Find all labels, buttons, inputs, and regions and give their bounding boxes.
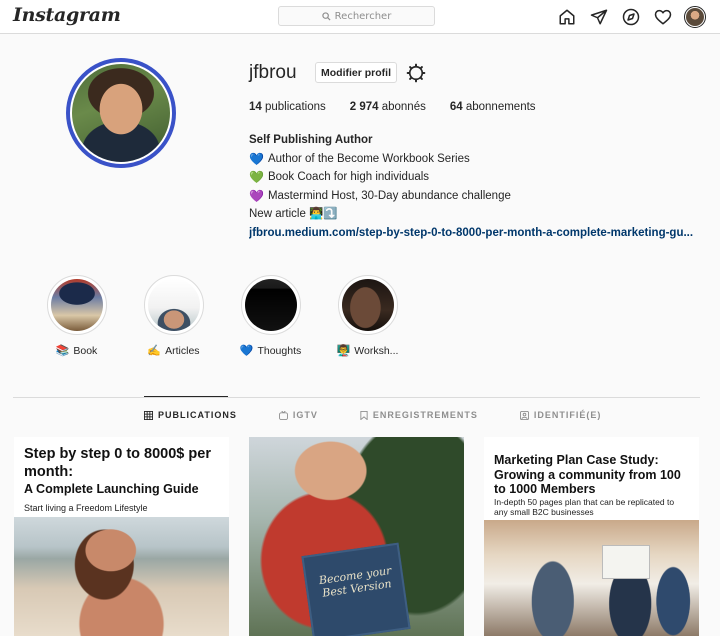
grid-icon: [144, 410, 153, 420]
post-title: Step by step 0 to 8000$ per month:: [24, 446, 211, 480]
followers-count[interactable]: 2 974 abonnés: [350, 101, 426, 113]
tagged-icon: [519, 410, 529, 420]
direct-icon[interactable]: [588, 6, 610, 28]
bio-article-line: New article 👨‍💻⤵️: [249, 208, 338, 220]
search-placeholder: Rechercher: [334, 10, 392, 22]
bio-line: 💜 Mastermind Host, 30-Day abundance chall…: [249, 187, 704, 206]
home-icon[interactable]: [556, 6, 578, 28]
igtv-icon: [278, 410, 288, 420]
profile-picture: [70, 62, 172, 164]
post-tile[interactable]: Become your Best Version: [249, 437, 464, 636]
post-title: Marketing Plan Case Study: Growing a com…: [494, 453, 681, 496]
blue-heart-icon: 💙: [239, 345, 254, 357]
highlight-cover: [147, 279, 200, 331]
top-navigation-bar: Instagram Rechercher: [0, 0, 720, 34]
post-photo: [14, 517, 229, 636]
bio-line: 💙 Author of the Become Workbook Series: [249, 150, 704, 169]
tab-saved[interactable]: ENREGISTREMENTS: [360, 410, 478, 420]
post-tagline: Start living a Freedom Lifestyle: [24, 503, 148, 513]
highlight-cover: [341, 279, 394, 331]
profile-picture-ring[interactable]: [66, 58, 176, 168]
edit-profile-button[interactable]: Modifier profil: [315, 62, 397, 83]
profile-username: jfbrou: [249, 62, 297, 83]
instagram-logo[interactable]: Instagram: [13, 4, 121, 26]
purple-heart-icon: 💜: [249, 188, 264, 203]
highlight-articles[interactable]: ✍️ Articles: [141, 275, 206, 357]
post-tile[interactable]: Marketing Plan Case Study: Growing a com…: [484, 437, 699, 636]
active-tab-indicator: [144, 396, 228, 397]
post-photo: [484, 520, 699, 636]
teacher-icon: 👨‍🏫: [336, 345, 351, 357]
blue-heart-icon: 💙: [249, 151, 264, 166]
post-subtitle: In-depth 50 pages plan that can be repli…: [494, 497, 675, 517]
books-icon: 📚: [55, 345, 70, 357]
highlight-thoughts[interactable]: 💙 Thoughts: [238, 275, 303, 357]
highlight-cover: [50, 279, 103, 331]
heart-icon[interactable]: [652, 6, 674, 28]
settings-gear-icon[interactable]: [405, 62, 427, 84]
tab-publications[interactable]: PUBLICATIONS: [144, 410, 237, 420]
green-heart-icon: 💚: [249, 170, 264, 184]
tabs-divider: [13, 397, 700, 398]
bio-line: 💚 Book Coach for high individuals: [249, 168, 704, 187]
story-highlights: 📚 Book ✍️ Articles 💙 Thoughts 👨‍🏫 Worksh...: [44, 275, 432, 357]
bio-website-link[interactable]: jfbrou.medium.com/step-by-step-0-to-8000…: [249, 224, 704, 243]
profile-bio: Self Publishing Author 💙 Author of the Be…: [249, 131, 704, 242]
profile-stats: 14 publications 2 974 abonnés 64 abonnem…: [249, 101, 560, 113]
highlight-cover: [244, 279, 297, 331]
post-tile[interactable]: Step by step 0 to 8000$ per month: A Com…: [14, 437, 229, 636]
highlight-book[interactable]: 📚 Book: [44, 275, 109, 357]
whiteboard: [602, 545, 650, 579]
avatar[interactable]: [684, 6, 706, 28]
explore-icon[interactable]: [620, 6, 642, 28]
bio-name: Self Publishing Author: [249, 134, 373, 146]
posts-count: 14 publications: [249, 101, 326, 113]
highlight-workshops[interactable]: 👨‍🏫 Worksh...: [335, 275, 400, 357]
following-count[interactable]: 64 abonnements: [450, 101, 536, 113]
post-subtitle: A Complete Launching Guide: [24, 482, 199, 496]
tab-igtv[interactable]: IGTV: [278, 410, 318, 420]
search-icon: [321, 11, 331, 21]
search-input[interactable]: Rechercher: [278, 6, 435, 26]
writing-hand-icon: ✍️: [147, 345, 162, 357]
bookmark-icon: [360, 410, 368, 420]
tab-tagged[interactable]: IDENTIFIÉ(E): [519, 410, 602, 420]
profile-tabs: PUBLICATIONS IGTV ENREGISTREMENTS IDENTI…: [144, 410, 643, 420]
